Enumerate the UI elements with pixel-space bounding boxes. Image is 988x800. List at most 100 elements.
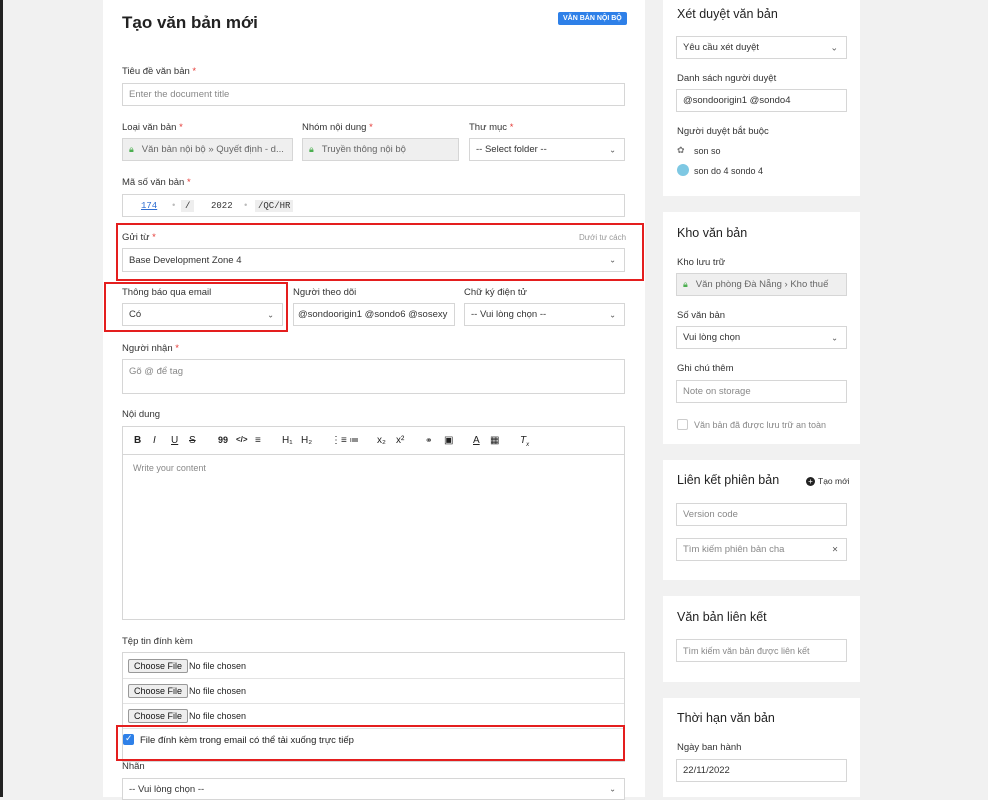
main-form-panel: Tạo văn bản mới VĂN BẢN NỘI BỘ Tiêu đề v… (103, 0, 645, 800)
rich-text-editor: B I U S 99 </> ≡ H₁ H₂ ⋮≡ ≔ x₂ x² ⚭ ▣ A … (122, 426, 625, 620)
doc-code-field: 174 • / 2022 • /QC/HR (122, 194, 625, 217)
doc-code-label: Mã số văn bản * (122, 177, 191, 188)
content-label: Nội dung (122, 409, 161, 420)
background-color-button[interactable]: ▦ (490, 435, 499, 446)
heading1-button[interactable]: H₁ (282, 435, 293, 446)
lock-icon: 🔒︎ (309, 144, 314, 154)
chevron-down-icon: ⌄ (609, 784, 616, 794)
highlight-attach-checkbox (116, 725, 625, 761)
file-status: No file chosen (189, 686, 247, 696)
bullet-list-button[interactable]: ≔ (349, 435, 359, 446)
align-button[interactable]: ≡ (255, 435, 261, 446)
followers-label: Người theo dõi (293, 287, 357, 298)
page-title: Tạo văn bản mới (122, 13, 258, 32)
ordered-list-button[interactable]: ⋮≡ (331, 435, 347, 446)
subscript-button[interactable]: x₂ (377, 435, 386, 446)
choose-file-button[interactable]: Choose File (128, 659, 189, 673)
storage-note-label: Ghi chú thêm (677, 363, 734, 374)
labels-label: Nhãn (122, 761, 145, 772)
parent-version-search[interactable]: Tìm kiếm phiên bản cha × (676, 538, 847, 561)
superscript-button[interactable]: x² (396, 435, 404, 446)
chevron-down-icon: ⌄ (609, 145, 616, 154)
chevron-down-icon: ⌄ (609, 310, 616, 319)
dot-separator: • (243, 200, 249, 211)
stored-safely-label: Văn bản đã được lưu trữ an toàn (694, 420, 827, 430)
heading2-button[interactable]: H₂ (301, 435, 312, 446)
version-code-input[interactable]: Version code (676, 503, 847, 526)
doc-number-select[interactable]: Vui lòng chọn ⌄ (676, 326, 847, 349)
approver-list-label: Danh sách người duyệt (677, 73, 777, 84)
clear-format-button[interactable]: Tx (520, 435, 529, 448)
linked-docs-panel: Văn bản liên kết Tìm kiếm văn bản được l… (663, 596, 860, 682)
quote-button[interactable]: 99 (218, 435, 228, 445)
clear-icon[interactable]: × (832, 544, 838, 555)
issue-date-label: Ngày ban hành (677, 742, 742, 753)
dot-separator: • (171, 200, 177, 211)
text-color-button[interactable]: A (473, 435, 480, 446)
stored-safely-checkbox[interactable] (677, 419, 688, 430)
linked-docs-title: Văn bản liên kết (677, 610, 767, 624)
doc-title-label: Tiêu đề văn bản * (122, 66, 197, 77)
bold-button[interactable]: B (134, 435, 141, 446)
required-approvers-label: Người duyệt bắt buộc (677, 126, 769, 137)
file-status: No file chosen (189, 711, 247, 721)
followers-input[interactable]: @sondoorigin1 @sondo6 @sosexy (293, 303, 455, 326)
italic-button[interactable]: I (153, 435, 156, 446)
approval-panel: Xét duyệt văn bản Yêu cầu xét duyệt ⌄ Dan… (663, 0, 860, 196)
doc-code-suffix: /QC/HR (255, 199, 294, 212)
approval-title: Xét duyệt văn bản (677, 7, 778, 21)
editor-toolbar: B I U S 99 </> ≡ H₁ H₂ ⋮≡ ≔ x₂ x² ⚭ ▣ A … (123, 427, 624, 455)
deadline-title: Thời hạn văn bản (677, 711, 775, 725)
window-edge (0, 0, 3, 797)
doc-title-input[interactable]: Enter the document title (122, 83, 625, 106)
lock-icon: 🔒︎ (129, 144, 134, 154)
attachments-label: Tệp tin đính kèm (122, 636, 193, 647)
create-version-link[interactable]: + Tạo mới (806, 476, 850, 486)
folder-select[interactable]: -- Select folder -- ⌄ (469, 138, 625, 161)
storage-panel: Kho văn bản Kho lưu trữ 🔒︎ Văn phòng Đà N… (663, 212, 860, 444)
highlight-send-from (116, 223, 644, 281)
approver-list-input[interactable]: @sondoorigin1 @sondo4 (676, 89, 847, 112)
approver-avatar: ✿ (677, 145, 685, 155)
doc-code-number[interactable]: 174 (141, 201, 157, 211)
chevron-down-icon: ⌄ (830, 42, 838, 52)
strike-button[interactable]: S (189, 435, 196, 446)
choose-file-button[interactable]: Choose File (128, 709, 189, 723)
file-status: No file chosen (189, 661, 247, 671)
storage-location-field: 🔒︎ Văn phòng Đà Nẵng › Kho thuế (676, 273, 847, 296)
link-icon[interactable]: ⚭ (425, 435, 433, 446)
e-signature-select[interactable]: -- Vui lòng chọn -- ⌄ (464, 303, 625, 326)
version-panel: Liên kết phiên bản + Tạo mới Version code… (663, 460, 860, 580)
version-title: Liên kết phiên bản (677, 473, 780, 487)
storage-location-label: Kho lưu trữ (677, 257, 726, 268)
doc-code-sep: / (181, 199, 195, 212)
recipients-input[interactable]: Gõ @ để tag (122, 359, 625, 394)
plus-circle-icon: + (806, 477, 815, 486)
approver-avatar (677, 164, 689, 176)
approver-name: son do 4 sondo 4 (694, 166, 764, 176)
doc-number-label: Số văn bản (677, 310, 726, 321)
recipients-label: Người nhận * (122, 343, 179, 354)
image-icon[interactable]: ▣ (444, 435, 453, 446)
editor-content[interactable]: Write your content (133, 463, 206, 473)
lock-icon: 🔒︎ (683, 279, 688, 289)
storage-title: Kho văn bản (677, 226, 748, 240)
storage-note-input[interactable]: Note on storage (676, 380, 847, 403)
linked-docs-search[interactable]: Tìm kiếm văn bản được liên kết (676, 639, 847, 662)
e-signature-label: Chữ ký điện tử (464, 287, 527, 298)
chevron-down-icon: ⌄ (831, 333, 838, 342)
approver-name: son so (694, 146, 721, 156)
choose-file-button[interactable]: Choose File (128, 684, 189, 698)
doc-code-year[interactable]: 2022 (211, 201, 233, 211)
approval-select[interactable]: Yêu cầu xét duyệt ⌄ (676, 36, 847, 59)
content-group-field: 🔒︎ Truyền thông nội bộ (302, 138, 459, 161)
folder-label: Thư mục * (469, 122, 514, 133)
underline-button[interactable]: U (171, 435, 178, 446)
doc-type-field: 🔒︎ Văn bản nội bộ » Quyết định - d... (122, 138, 293, 161)
content-group-label: Nhóm nội dung * (302, 122, 373, 133)
issue-date-input[interactable]: 22/11/2022 (676, 759, 847, 782)
deadline-panel: Thời hạn văn bản Ngày ban hành 22/11/202… (663, 698, 860, 797)
highlight-email-notify (104, 282, 288, 332)
code-button[interactable]: </> (236, 435, 248, 444)
doc-category-badge: VĂN BẢN NỘI BỘ (558, 12, 627, 25)
